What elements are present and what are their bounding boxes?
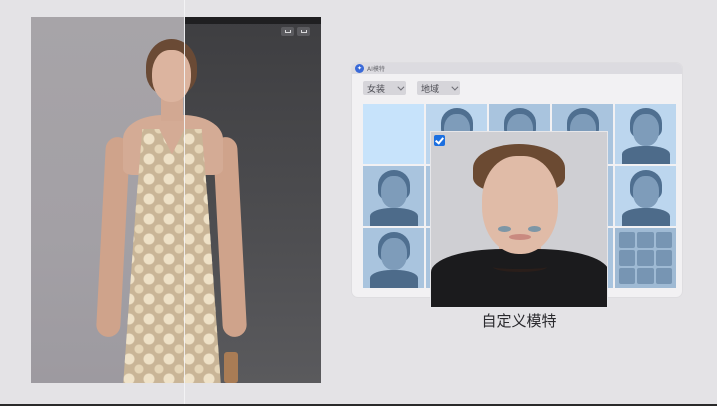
featured-choker [493, 262, 547, 272]
app-logo-icon: ✦ [355, 64, 364, 73]
region-filter-dropdown[interactable]: 地域 [417, 81, 460, 95]
model-tile[interactable] [615, 166, 676, 226]
image-icon[interactable] [281, 27, 294, 36]
model-tile[interactable] [363, 166, 424, 226]
chevron-down-icon [451, 83, 459, 91]
model-face [152, 50, 191, 102]
model-collage-tile[interactable] [615, 228, 676, 288]
featured-mouth [509, 234, 531, 240]
chevron-down-icon[interactable] [297, 27, 310, 36]
featured-left-eye [498, 226, 511, 232]
model-tile[interactable] [363, 104, 424, 164]
handbag [224, 352, 238, 383]
custom-model-card[interactable] [430, 131, 608, 308]
window-title: AI模特 [367, 66, 385, 73]
check-icon[interactable] [434, 135, 445, 146]
comparison-split-handle[interactable] [184, 0, 185, 406]
category-filter-label: 女装 [367, 84, 386, 95]
region-filter-label: 地域 [421, 84, 440, 95]
window-titlebar: ✦ AI模特 [352, 63, 682, 74]
category-filter-dropdown[interactable]: 女装 [363, 81, 406, 95]
chevron-down-icon [397, 83, 405, 91]
model-photo-comparison [31, 17, 321, 383]
featured-black-top [431, 249, 607, 307]
photo-editor-topbar [185, 17, 321, 24]
photo-mini-toolbar [281, 27, 310, 36]
model-tile[interactable] [615, 104, 676, 164]
model-tile[interactable] [363, 228, 424, 288]
filter-bar: 女装 地域 [363, 81, 460, 95]
featured-right-eye [528, 226, 541, 232]
custom-model-caption: 自定义模特 [481, 312, 557, 330]
